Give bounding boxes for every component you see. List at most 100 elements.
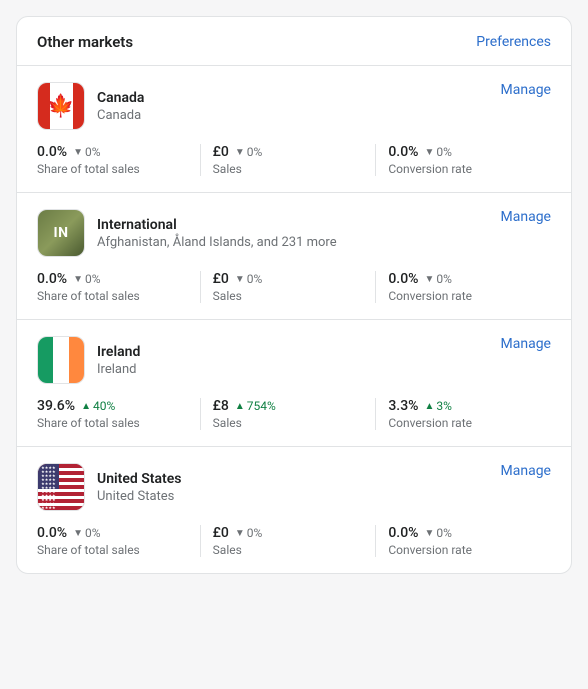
market-name: Ireland	[97, 344, 140, 360]
stat-value-row: 0.0% ▼0%	[37, 525, 188, 541]
flag-container-united-states: ★★★★★★★★★★★★★★★★★★★★★★★★★★★★★★★★★★★★★★★★…	[37, 463, 85, 511]
stat-main: 0.0%	[388, 525, 418, 541]
market-name: Canada	[97, 90, 144, 106]
market-info: Ireland Ireland	[97, 344, 140, 377]
stat-item: 0.0% ▼0% Conversion rate	[388, 271, 551, 303]
stat-item: £0 ▼0% Sales	[213, 144, 377, 176]
stat-value-row: 39.6% ▲40%	[37, 398, 188, 414]
stat-value-row: 0.0% ▼0%	[388, 271, 539, 287]
stat-change: ▼0%	[73, 145, 100, 159]
stat-main: 39.6%	[37, 398, 75, 414]
market-section-ireland: Ireland Ireland Manage 39.6% ▲40% Share …	[17, 320, 571, 447]
stat-value-row: £0 ▼0%	[213, 525, 364, 541]
stat-value-row: 0.0% ▼0%	[37, 144, 188, 160]
stat-main: £0	[213, 271, 229, 287]
market-section-united-states: ★★★★★★★★★★★★★★★★★★★★★★★★★★★★★★★★★★★★★★★★…	[17, 447, 571, 573]
stat-label: Sales	[213, 416, 364, 430]
market-stats: 0.0% ▼0% Share of total sales £0 ▼0% Sal…	[37, 144, 551, 176]
market-left: 🍁 Canada Canada	[37, 82, 144, 130]
stat-change: ▼0%	[235, 145, 262, 159]
arrow-down-icon: ▼	[424, 274, 434, 285]
stat-change: ▼0%	[73, 526, 100, 540]
stat-label: Sales	[213, 289, 364, 303]
manage-link-united-states[interactable]: Manage	[501, 463, 551, 479]
stat-main: 0.0%	[37, 525, 67, 541]
stat-label: Conversion rate	[388, 543, 539, 557]
stat-value-row: £0 ▼0%	[213, 144, 364, 160]
flag-us: ★★★★★★★★★★★★★★★★★★★★★★★★★★★★★★★★★★★★★★★★…	[38, 464, 84, 510]
stat-change: ▼0%	[73, 272, 100, 286]
arrow-up-icon: ▲	[81, 401, 91, 412]
arrow-down-icon: ▼	[235, 274, 245, 285]
stat-label: Conversion rate	[388, 162, 539, 176]
flag-international: IN	[38, 210, 84, 256]
stat-value-row: £8 ▲754%	[213, 398, 364, 414]
stat-item: 0.0% ▼0% Conversion rate	[388, 525, 551, 557]
stat-item: 39.6% ▲40% Share of total sales	[37, 398, 201, 430]
card-title: Other markets	[37, 33, 133, 51]
market-info: Canada Canada	[97, 90, 144, 123]
stat-label: Share of total sales	[37, 416, 188, 430]
stat-change: ▲754%	[235, 399, 276, 413]
stat-item: 3.3% ▲3% Conversion rate	[388, 398, 551, 430]
flag-container-ireland	[37, 336, 85, 384]
arrow-down-icon: ▼	[424, 147, 434, 158]
preferences-link[interactable]: Preferences	[476, 34, 551, 50]
stat-change: ▲3%	[424, 399, 451, 413]
stat-main: 0.0%	[37, 271, 67, 287]
stat-item: £8 ▲754% Sales	[213, 398, 377, 430]
flag-container-canada: 🍁	[37, 82, 85, 130]
manage-link-canada[interactable]: Manage	[501, 82, 551, 98]
market-subtitle: Canada	[97, 108, 144, 123]
arrow-down-icon: ▼	[73, 528, 83, 539]
stat-label: Conversion rate	[388, 289, 539, 303]
stat-change: ▼0%	[424, 145, 451, 159]
stat-label: Share of total sales	[37, 289, 188, 303]
stat-change: ▼0%	[235, 272, 262, 286]
other-markets-card: Other markets Preferences 🍁 Canada Canad…	[16, 16, 572, 574]
stat-change: ▲40%	[81, 399, 115, 413]
stat-value-row: 0.0% ▼0%	[37, 271, 188, 287]
stat-item: £0 ▼0% Sales	[213, 525, 377, 557]
stat-label: Share of total sales	[37, 543, 188, 557]
stat-item: £0 ▼0% Sales	[213, 271, 377, 303]
stat-main: £8	[213, 398, 229, 414]
stat-main: £0	[213, 525, 229, 541]
markets-container: 🍁 Canada Canada Manage 0.0% ▼0% Share of…	[17, 66, 571, 573]
stat-value-row: 0.0% ▼0%	[388, 144, 539, 160]
market-info: International Afghanistan, Åland Islands…	[97, 217, 337, 250]
stat-item: 0.0% ▼0% Conversion rate	[388, 144, 551, 176]
market-header: 🍁 Canada Canada Manage	[37, 82, 551, 130]
arrow-down-icon: ▼	[235, 528, 245, 539]
market-header: IN International Afghanistan, Åland Isla…	[37, 209, 551, 257]
arrow-down-icon: ▼	[73, 274, 83, 285]
manage-link-ireland[interactable]: Manage	[501, 336, 551, 352]
market-info: United States United States	[97, 471, 181, 504]
arrow-down-icon: ▼	[235, 147, 245, 158]
market-stats: 0.0% ▼0% Share of total sales £0 ▼0% Sal…	[37, 525, 551, 557]
stat-item: 0.0% ▼0% Share of total sales	[37, 525, 201, 557]
stat-main: 0.0%	[388, 271, 418, 287]
manage-link-international[interactable]: Manage	[501, 209, 551, 225]
market-header: Ireland Ireland Manage	[37, 336, 551, 384]
stat-label: Sales	[213, 162, 364, 176]
stat-value-row: £0 ▼0%	[213, 271, 364, 287]
market-subtitle: Ireland	[97, 362, 140, 377]
market-header: ★★★★★★★★★★★★★★★★★★★★★★★★★★★★★★★★★★★★★★★★…	[37, 463, 551, 511]
market-left: IN International Afghanistan, Åland Isla…	[37, 209, 337, 257]
market-left: Ireland Ireland	[37, 336, 140, 384]
stat-label: Conversion rate	[388, 416, 539, 430]
market-stats: 39.6% ▲40% Share of total sales £8 ▲754%…	[37, 398, 551, 430]
stat-change: ▼0%	[424, 526, 451, 540]
stat-value-row: 3.3% ▲3%	[388, 398, 539, 414]
stat-main: 0.0%	[388, 144, 418, 160]
stat-item: 0.0% ▼0% Share of total sales	[37, 271, 201, 303]
stat-value-row: 0.0% ▼0%	[388, 525, 539, 541]
stat-label: Sales	[213, 543, 364, 557]
arrow-down-icon: ▼	[424, 528, 434, 539]
flag-ireland	[38, 337, 84, 383]
arrow-up-icon: ▲	[235, 401, 245, 412]
stat-main: £0	[213, 144, 229, 160]
market-section-canada: 🍁 Canada Canada Manage 0.0% ▼0% Share of…	[17, 66, 571, 193]
card-header: Other markets Preferences	[17, 17, 571, 66]
